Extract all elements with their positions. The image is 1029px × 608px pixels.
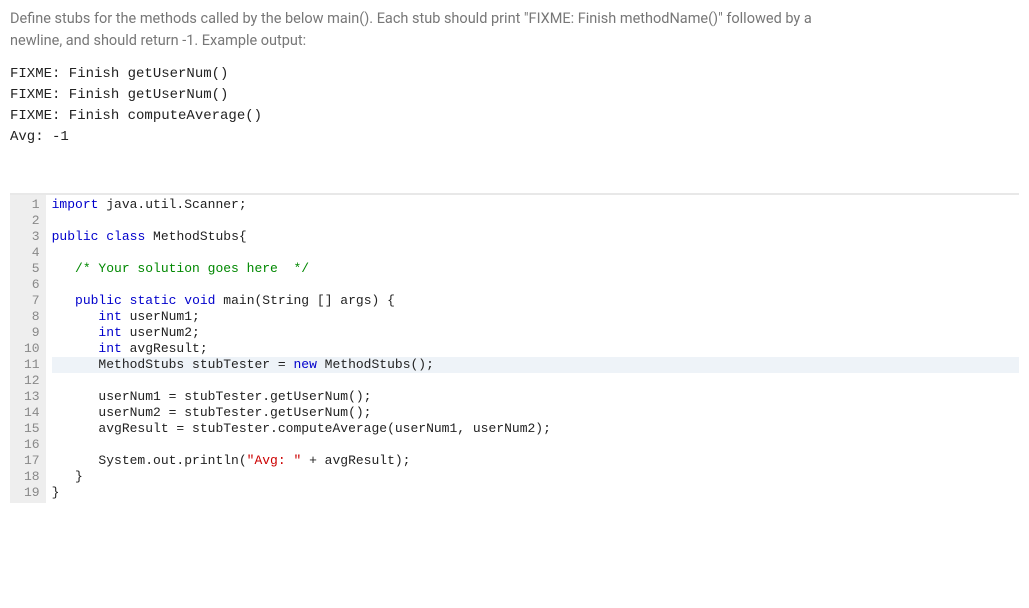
code-line: int userNum2; — [52, 325, 1019, 341]
code-line — [52, 373, 1019, 389]
line-number: 19 — [24, 485, 40, 501]
code-content[interactable]: import java.util.Scanner; public class M… — [46, 195, 1019, 503]
code-line — [52, 213, 1019, 229]
line-number: 6 — [24, 277, 40, 293]
code-line — [52, 437, 1019, 453]
line-number: 14 — [24, 405, 40, 421]
code-line: } — [52, 485, 1019, 501]
line-number: 1 — [24, 197, 40, 213]
line-number: 5 — [24, 261, 40, 277]
code-line: public static void main(String [] args) … — [52, 293, 1019, 309]
line-number: 7 — [24, 293, 40, 309]
code-line: System.out.println("Avg: " + avgResult); — [52, 453, 1019, 469]
code-line: /* Your solution goes here */ — [52, 261, 1019, 277]
line-number: 3 — [24, 229, 40, 245]
code-editor: 12345678910111213141516171819 import jav… — [10, 193, 1019, 503]
code-line: public class MethodStubs{ — [52, 229, 1019, 245]
question-prompt: Define stubs for the methods called by t… — [10, 8, 1019, 52]
line-number: 9 — [24, 325, 40, 341]
example-output: FIXME: Finish getUserNum() FIXME: Finish… — [10, 64, 1019, 148]
code-line: avgResult = stubTester.computeAverage(us… — [52, 421, 1019, 437]
line-number: 15 — [24, 421, 40, 437]
code-line: MethodStubs stubTester = new MethodStubs… — [52, 357, 1019, 373]
code-line: int userNum1; — [52, 309, 1019, 325]
code-line: userNum2 = stubTester.getUserNum(); — [52, 405, 1019, 421]
line-number: 2 — [24, 213, 40, 229]
code-line: userNum1 = stubTester.getUserNum(); — [52, 389, 1019, 405]
prompt-line-2: newline, and should return -1. Example o… — [10, 32, 306, 49]
line-number: 18 — [24, 469, 40, 485]
code-line: import java.util.Scanner; — [52, 197, 1019, 213]
line-number: 8 — [24, 309, 40, 325]
line-number: 17 — [24, 453, 40, 469]
line-number: 12 — [24, 373, 40, 389]
line-number: 13 — [24, 389, 40, 405]
line-number: 11 — [24, 357, 40, 373]
code-line — [52, 277, 1019, 293]
line-number-gutter: 12345678910111213141516171819 — [10, 195, 46, 503]
prompt-line-1: Define stubs for the methods called by t… — [10, 10, 812, 27]
line-number: 4 — [24, 245, 40, 261]
code-line: int avgResult; — [52, 341, 1019, 357]
line-number: 16 — [24, 437, 40, 453]
line-number: 10 — [24, 341, 40, 357]
code-line — [52, 245, 1019, 261]
code-line: } — [52, 469, 1019, 485]
